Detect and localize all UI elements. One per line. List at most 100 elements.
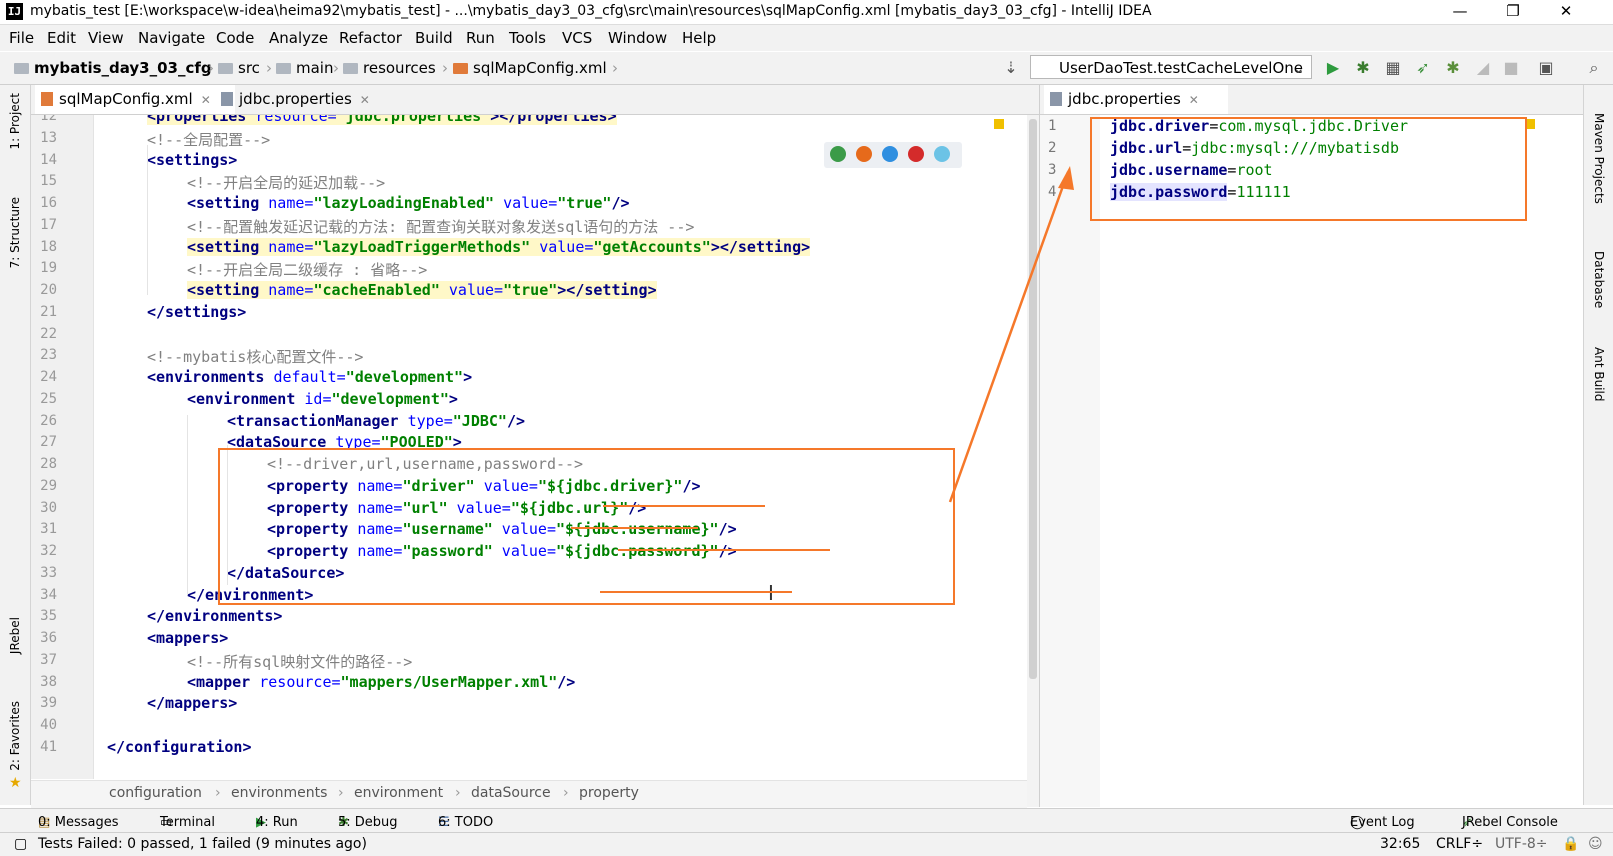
annotation-arrow (948, 166, 1074, 503)
breadcrumb-separator: › (442, 59, 448, 77)
chrome-icon[interactable] (830, 146, 846, 162)
xml-crumb-datasource[interactable]: dataSource (471, 785, 551, 801)
restore-button[interactable]: ❐ (1490, 0, 1536, 24)
minimize-button[interactable]: — (1437, 0, 1483, 24)
xml-crumb-separator: › (338, 785, 344, 801)
code-line: <!--mybatis核心配置文件--> (147, 346, 363, 367)
underline-username (618, 549, 830, 551)
menu-run[interactable]: Run (466, 29, 495, 47)
code-token: ></properties> (490, 115, 617, 125)
code-token: "lazyLoadTriggerMethods" (313, 237, 531, 256)
close-tab-icon[interactable]: ✕ (1189, 93, 1199, 107)
database-tool-button[interactable]: Database (1592, 251, 1606, 308)
stop-icon[interactable]: ■ (1500, 57, 1522, 79)
menu-build[interactable]: Build (415, 29, 453, 47)
arrow-head (1058, 166, 1074, 190)
jrebel-run-icon[interactable]: ➶ (1412, 57, 1434, 79)
xml-crumb-environments[interactable]: environments (231, 785, 327, 801)
underline-url (571, 527, 698, 529)
project-structure-icon[interactable]: ▣ (1535, 57, 1557, 79)
line-number: 36 (40, 630, 57, 646)
status-toggle-icon[interactable]: ▢ (14, 836, 27, 852)
ant-build-tool-button[interactable]: Ant Build (1592, 347, 1606, 401)
menu-refactor[interactable]: Refactor (339, 29, 402, 47)
breadcrumb-resources[interactable]: resources (343, 59, 436, 77)
status-message[interactable]: Tests Failed: 0 passed, 1 failed (9 minu… (38, 836, 367, 852)
line-number: 16 (40, 195, 57, 211)
tab-jdbc-properties[interactable]: jdbc.properties ✕ (215, 85, 401, 114)
code-line: </configuration> (107, 738, 252, 756)
menu-file[interactable]: File (9, 29, 34, 47)
line-number: 22 (40, 325, 57, 342)
debug-icon[interactable]: ✱ (1352, 57, 1374, 79)
xml-crumb-configuration[interactable]: configuration (109, 785, 202, 801)
line-number: 37 (40, 651, 57, 668)
breadcrumb-src[interactable]: src (218, 59, 260, 77)
menu-help[interactable]: Help (682, 29, 716, 47)
maven-tool-button[interactable]: Maven Projects (1592, 113, 1606, 204)
code-token: "true" (557, 194, 612, 212)
close-button[interactable]: ✕ (1543, 0, 1589, 24)
jrebel-debug-icon[interactable]: ✱ (1442, 57, 1464, 79)
code-line: <transactionManager type="JDBC"/> (227, 412, 525, 430)
menu-vcs[interactable]: VCS (562, 29, 592, 47)
menu-window[interactable]: Window (608, 29, 667, 47)
code-token: name= (268, 237, 314, 256)
xml-crumb-property[interactable]: property (579, 785, 639, 801)
menu-analyze[interactable]: Analyze (269, 29, 328, 47)
safari-icon[interactable] (882, 146, 898, 162)
xml-crumb-separator: › (563, 785, 569, 801)
status-bar: ▢ Tests Failed: 0 passed, 1 failed (9 mi… (0, 832, 1613, 856)
code-line: <!--开启全局的延迟加载--> (187, 172, 385, 193)
opera-icon[interactable] (908, 146, 924, 162)
run-configuration-dropdown[interactable]: UserDaoTest.testCacheLevelOne ⌄ (1030, 55, 1312, 79)
caret-position[interactable]: 32:65 (1380, 836, 1420, 852)
code-token: </configuration> (107, 737, 252, 756)
tab-jdbc-properties-right[interactable]: jdbc.properties ✕ (1044, 85, 1228, 114)
title-bar: IJ mybatis_test [E:\workspace\w-idea\hei… (0, 0, 1613, 25)
properties-file-icon (1050, 92, 1062, 106)
search-icon[interactable]: ⌕ (1583, 57, 1605, 79)
tab-sqlmapconfig[interactable]: sqlMapConfig.xml ✕ (35, 85, 235, 114)
menu-edit[interactable]: Edit (47, 29, 76, 47)
code-token: id= (304, 389, 332, 408)
code-token: value= (439, 281, 504, 299)
editor-tabs-left: sqlMapConfig.xml ✕ jdbc.properties ✕ (31, 85, 1039, 115)
file-encoding[interactable]: UTF-8÷ (1495, 836, 1548, 852)
update-icon[interactable]: ◢ (1472, 57, 1494, 79)
breadcrumb-separator: › (208, 59, 214, 77)
line-number: 32 (40, 543, 57, 559)
menu-view[interactable]: View (88, 29, 124, 47)
code-token: "cacheEnabled" (313, 281, 440, 299)
code-token: /> (557, 672, 576, 691)
firefox-icon[interactable] (856, 146, 872, 162)
hector-icon[interactable]: ☺ (1588, 836, 1603, 852)
close-tab-icon[interactable]: ✕ (201, 93, 211, 107)
menu-code[interactable]: Code (216, 29, 254, 47)
coverage-icon[interactable]: ▦ (1382, 57, 1404, 79)
run-icon[interactable]: ▶ (1322, 57, 1344, 79)
xml-crumb-environment[interactable]: environment (354, 785, 443, 801)
code-token: name= (268, 194, 314, 212)
line-separator[interactable]: CRLF÷ (1436, 836, 1483, 852)
menu-navigate[interactable]: Navigate (138, 29, 205, 47)
code-line: <environment id="development"> (187, 390, 458, 408)
jrebel-tool-button[interactable]: JRebel (8, 617, 22, 654)
xml-editor[interactable]: 12 <properties resource="jdbc.properties"… (31, 115, 1027, 779)
project-tool-button[interactable]: 1: Project (8, 93, 22, 150)
line-number: 41 (40, 738, 57, 755)
favorites-tool-button[interactable]: 2: Favorites (8, 701, 22, 771)
menu-tools[interactable]: Tools (509, 29, 546, 47)
line-number: 30 (40, 499, 57, 516)
code-token: <setting (187, 281, 269, 299)
lock-icon[interactable]: 🔒 (1562, 836, 1579, 852)
breadcrumb-file[interactable]: sqlMapConfig.xml (453, 59, 607, 77)
line-number: 28 (40, 456, 57, 472)
breadcrumb-project[interactable]: mybatis_day3_03_cfg (14, 59, 212, 77)
structure-tool-button[interactable]: 7: Structure (8, 197, 22, 268)
code-line: <!--所有sql映射文件的路径--> (187, 651, 412, 672)
build-arrow-icon[interactable]: ⇣ (1000, 57, 1022, 79)
close-tab-icon[interactable]: ✕ (360, 93, 370, 107)
breadcrumb-main[interactable]: main (276, 59, 333, 77)
warning-marker-icon[interactable] (994, 119, 1004, 129)
